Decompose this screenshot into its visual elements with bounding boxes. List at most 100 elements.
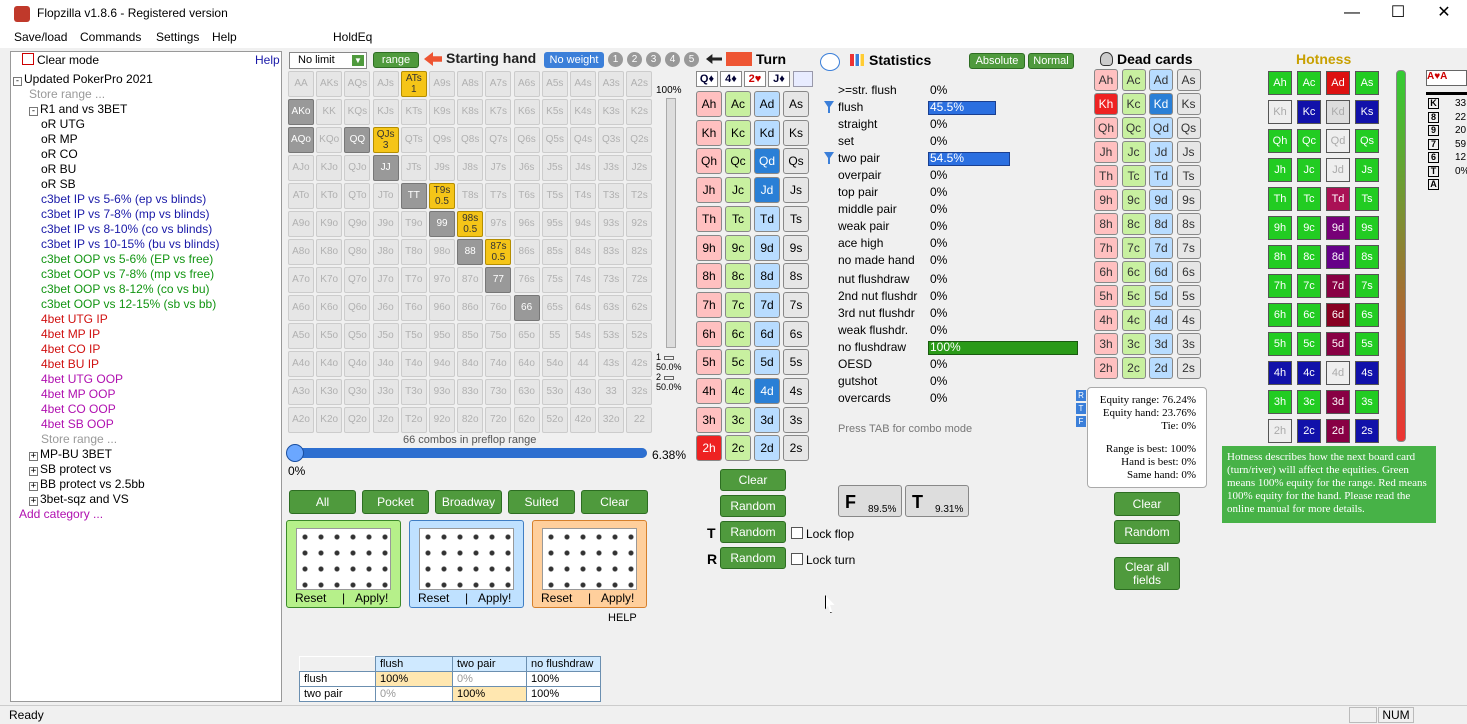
- hand-cell[interactable]: 22: [626, 407, 653, 433]
- dead-card-9s[interactable]: 9s: [1176, 189, 1201, 211]
- hand-cell[interactable]: K5o: [316, 323, 343, 349]
- hot-card-3s[interactable]: 3s: [1355, 390, 1379, 414]
- card-Qc[interactable]: Qc: [725, 148, 751, 175]
- hand-cell[interactable]: QJs 3: [372, 127, 399, 153]
- range-suited-button[interactable]: Suited: [508, 490, 575, 514]
- hand-cell[interactable]: A7s: [485, 71, 512, 97]
- hot-card-2s[interactable]: 2s: [1355, 419, 1379, 443]
- dead-card-2d[interactable]: 2d: [1149, 357, 1173, 379]
- hand-cell[interactable]: KQs: [344, 99, 371, 125]
- dead-card-Kd[interactable]: Kd: [1149, 93, 1173, 115]
- hand-cell[interactable]: Q2s: [626, 127, 653, 153]
- hand-cell[interactable]: 66: [513, 295, 540, 321]
- hand-cell[interactable]: 62s: [626, 295, 653, 321]
- dead-card-7s[interactable]: 7s: [1176, 237, 1201, 259]
- hot-card-9s[interactable]: 9s: [1355, 216, 1379, 240]
- hand-cell[interactable]: 84s: [570, 239, 596, 265]
- tree-r1[interactable]: - R1 and vs 3BET: [29, 102, 127, 116]
- card-Td[interactable]: Td: [754, 205, 780, 232]
- stat-label[interactable]: two pair: [838, 151, 880, 165]
- hand-cell[interactable]: A9o: [288, 211, 314, 237]
- tree-group[interactable]: + SB protect vs: [29, 462, 111, 476]
- hand-cell[interactable]: K9s: [429, 99, 455, 125]
- hand-cell[interactable]: A2o: [288, 407, 314, 433]
- card-Ts[interactable]: Ts: [783, 205, 809, 232]
- card-3s[interactable]: 3s: [783, 406, 809, 433]
- hot-card-6d[interactable]: 6d: [1326, 303, 1350, 327]
- hand-cell[interactable]: 43o: [570, 379, 596, 405]
- hand-cell[interactable]: Q6s: [513, 127, 540, 153]
- hand-cell[interactable]: A6o: [288, 295, 314, 321]
- hand-cell[interactable]: 72s: [626, 267, 653, 293]
- dead-card-3h[interactable]: 3h: [1094, 333, 1118, 355]
- hot-card-Kh[interactable]: Kh: [1268, 100, 1292, 124]
- hot-card-5d[interactable]: 5d: [1326, 332, 1350, 356]
- board-card[interactable]: 2♥: [744, 71, 766, 87]
- stat-label[interactable]: set: [838, 134, 854, 148]
- dead-card-2s[interactable]: 2s: [1176, 357, 1201, 379]
- stat-label[interactable]: flush: [838, 100, 863, 114]
- dead-card-Tc[interactable]: Tc: [1121, 165, 1146, 187]
- dead-card-Ah[interactable]: Ah: [1094, 69, 1118, 91]
- hand-cell[interactable]: K8o: [316, 239, 343, 265]
- dead-card-9c[interactable]: 9c: [1121, 189, 1146, 211]
- hand-cell[interactable]: 44: [570, 351, 596, 377]
- hot-card-4s[interactable]: 4s: [1355, 361, 1379, 385]
- hand-cell[interactable]: J7o: [372, 267, 399, 293]
- range-broadway-button[interactable]: Broadway: [435, 490, 502, 514]
- hand-cell[interactable]: 93s: [598, 211, 625, 237]
- hand-cell[interactable]: QJo: [344, 155, 371, 181]
- card-8d[interactable]: 8d: [754, 263, 780, 290]
- hand-cell[interactable]: K5s: [541, 99, 568, 125]
- dead-card-5c[interactable]: 5c: [1121, 285, 1146, 307]
- hot-card-2d[interactable]: 2d: [1326, 419, 1350, 443]
- card-7d[interactable]: 7d: [754, 291, 780, 318]
- board-card[interactable]: Q♦: [696, 71, 718, 87]
- hand-cell[interactable]: A8s: [457, 71, 484, 97]
- tree-item[interactable]: c3bet IP vs 7-8% (mp vs blinds): [41, 207, 210, 221]
- hand-cell[interactable]: T4o: [400, 351, 427, 377]
- hand-cell[interactable]: 95s: [541, 211, 568, 237]
- dead-card-Qc[interactable]: Qc: [1121, 117, 1146, 139]
- hand-cell[interactable]: KQo: [316, 127, 343, 153]
- tree-item[interactable]: oR BU: [41, 162, 76, 176]
- tree-item[interactable]: 4bet CO OOP: [41, 402, 116, 416]
- preset-reset[interactable]: Reset: [418, 591, 449, 605]
- hot-card-Qc[interactable]: Qc: [1297, 129, 1321, 153]
- hand-cell[interactable]: J9s: [429, 155, 455, 181]
- dead-card-3c[interactable]: 3c: [1121, 333, 1146, 355]
- tree-item[interactable]: c3bet OOP vs 8-12% (co vs bu): [41, 282, 210, 296]
- tree-item[interactable]: c3bet OOP vs 5-6% (EP vs free): [41, 252, 213, 266]
- hand-cell[interactable]: Q9s: [429, 127, 455, 153]
- card-6s[interactable]: 6s: [783, 320, 809, 347]
- dead-card-8h[interactable]: 8h: [1094, 213, 1118, 235]
- hand-cell[interactable]: 86o: [457, 295, 484, 321]
- hot-card-3c[interactable]: 3c: [1297, 390, 1321, 414]
- hand-cell[interactable]: K2o: [316, 407, 343, 433]
- dead-card-Jh[interactable]: Jh: [1094, 141, 1118, 163]
- dead-card-6c[interactable]: 6c: [1121, 261, 1146, 283]
- tree-item[interactable]: 4bet UTG IP: [41, 312, 108, 326]
- hand-cell[interactable]: 84o: [457, 351, 484, 377]
- draw-label[interactable]: gutshot: [838, 374, 877, 388]
- limit-select[interactable]: No limit ▼: [289, 52, 367, 69]
- dead-card-Jd[interactable]: Jd: [1149, 141, 1173, 163]
- hot-card-5c[interactable]: 5c: [1297, 332, 1321, 356]
- tree-root[interactable]: - Updated PokerPro 2021: [13, 72, 153, 86]
- hot-card-7d[interactable]: 7d: [1326, 274, 1350, 298]
- dead-card-8d[interactable]: 8d: [1149, 213, 1173, 235]
- card-Jh[interactable]: Jh: [696, 177, 722, 204]
- hand-cell[interactable]: 87o: [457, 267, 484, 293]
- card-3d[interactable]: 3d: [754, 406, 780, 433]
- dead-card-4c[interactable]: 4c: [1121, 309, 1146, 331]
- hand-cell[interactable]: J2s: [626, 155, 653, 181]
- dead-card-Kc[interactable]: Kc: [1121, 93, 1146, 115]
- card-5c[interactable]: 5c: [725, 349, 751, 376]
- card-Ks[interactable]: Ks: [783, 119, 809, 146]
- hand-cell[interactable]: T8o: [400, 239, 427, 265]
- stat-label[interactable]: >=str. flush: [838, 83, 897, 97]
- hand-cell[interactable]: A7o: [288, 267, 314, 293]
- hot-card-Jd[interactable]: Jd: [1326, 158, 1350, 182]
- card-9d[interactable]: 9d: [754, 234, 780, 261]
- card-4h[interactable]: 4h: [696, 378, 722, 404]
